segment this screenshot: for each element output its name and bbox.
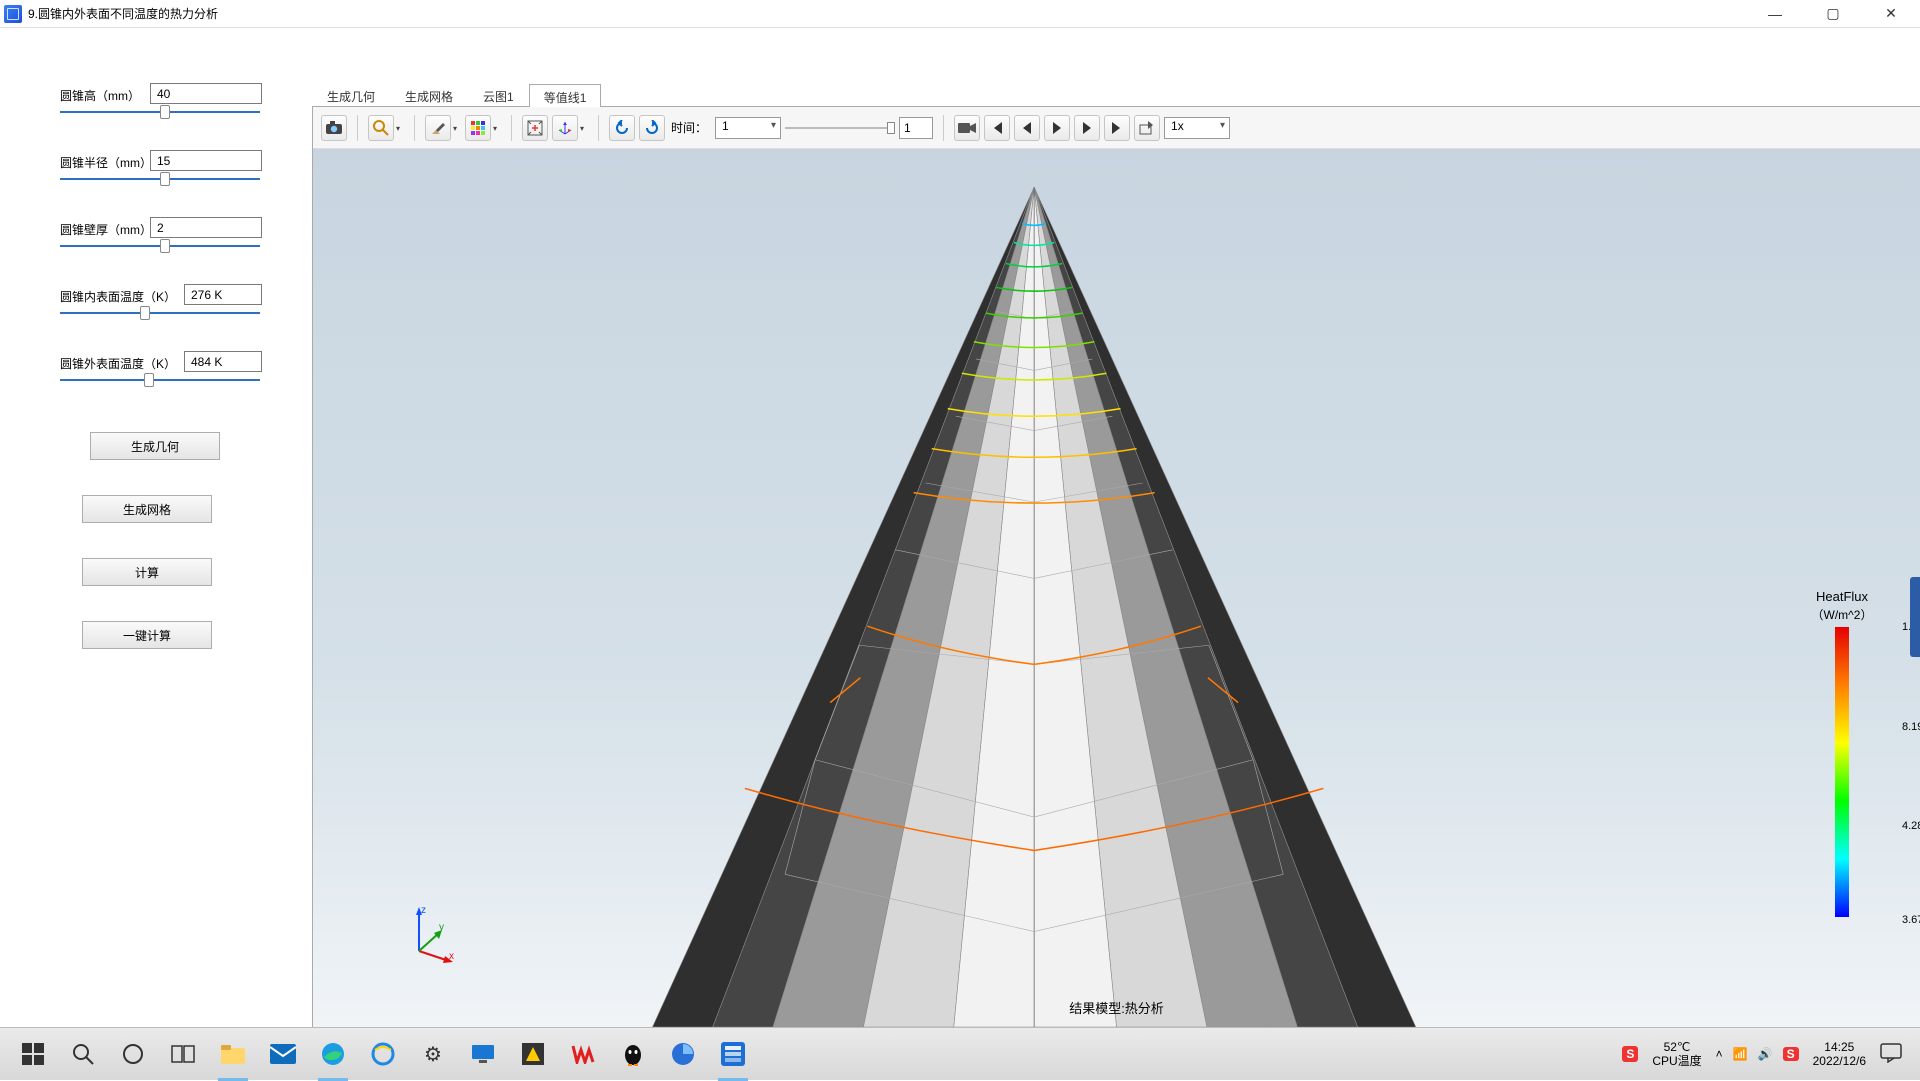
cone-radius-slider[interactable] [60,175,260,177]
skip-first-icon[interactable] [984,115,1010,141]
cone-height-input[interactable] [150,83,262,104]
legend-tick: 8.199e+07 [1902,721,1920,733]
time-slider[interactable] [785,120,895,136]
skip-last-icon[interactable] [1104,115,1130,141]
play-speed-combo[interactable]: 1x [1164,117,1230,139]
search-icon[interactable] [58,1028,108,1081]
tab-isoline-1[interactable]: 等值线1 [529,84,602,107]
rotate-cw-icon[interactable] [639,115,665,141]
maximize-button[interactable]: ▢ [1804,0,1862,28]
generate-geometry-button[interactable]: 生成几何 [90,432,220,460]
outer-temp-slider[interactable] [60,376,260,378]
legend-tick: 4.283e+07 [1902,820,1920,832]
color-legend: HeatFlux （W/m^2） 1.211e+08 8.199e+07 4.2… [1782,589,1902,917]
cone-height-slider[interactable] [60,108,260,110]
svg-text:z: z [421,905,426,916]
svg-text:y: y [439,922,444,933]
step-prev-icon[interactable] [1014,115,1040,141]
file-explorer-icon[interactable] [208,1028,258,1081]
side-drawer-handle[interactable] [1910,577,1920,657]
legend-title: HeatFlux [1782,589,1902,604]
tab-contour-1[interactable]: 云图1 [468,83,529,106]
app-icon [4,5,22,23]
legend-unit: （W/m^2） [1782,606,1902,623]
sim-app-icon[interactable] [708,1028,758,1081]
time-step-input[interactable] [899,117,933,139]
action-center-icon[interactable] [1880,1043,1902,1066]
ime-icon[interactable]: S [1622,1046,1638,1062]
record-icon[interactable] [954,115,980,141]
fit-icon[interactable] [522,115,548,141]
magnifier-icon[interactable]: ▾ [368,115,394,141]
param-label: 圆锥半径（mm） [60,154,152,171]
generate-mesh-button[interactable]: 生成网格 [82,495,212,523]
camera-icon[interactable] [321,115,347,141]
onekey-compute-button[interactable]: 一键计算 [82,621,212,649]
time-label: 时间： [671,119,707,136]
param-label: 圆锥内表面温度（K） [60,288,176,305]
param-outer-temp: 圆锥外表面温度（K） [60,351,282,391]
volume-icon[interactable]: 🔊 [1758,1047,1773,1061]
settings-icon[interactable]: ⚙ [408,1028,458,1081]
titlebar: 9.圆锥内外表面不同温度的热力分析 — ▢ ✕ [0,0,1920,28]
browser-blue-icon[interactable] [658,1028,708,1081]
weather-widget[interactable]: 52℃ CPU温度 [1652,1040,1701,1069]
cone-mesh-render [313,149,1920,1027]
compute-button[interactable]: 计算 [82,558,212,586]
wall-thickness-input[interactable] [150,217,262,238]
model-label: 结果模型:热分析 [1069,998,1164,1017]
viewer-toolbar: ▾ ▾ ▾ ▾ 时间： 1 1x [313,107,1920,149]
export-frame-icon[interactable] [1134,115,1160,141]
ime-s-icon[interactable]: S [1783,1047,1799,1061]
param-cone-radius: 圆锥半径（mm） [60,150,282,190]
param-wall-thickness: 圆锥壁厚（mm） [60,217,282,257]
tray-chevron-icon[interactable]: ˄ [1716,1047,1723,1061]
rotate-ccw-icon[interactable] [609,115,635,141]
outer-temp-input[interactable] [184,351,262,372]
param-label: 圆锥壁厚（mm） [60,221,152,238]
viewport-3d[interactable]: z x y HeatFlux （W/m^2） 1.211e+08 8.199e+… [313,149,1920,1027]
tab-generate-geometry[interactable]: 生成几何 [312,83,390,106]
cone-radius-input[interactable] [150,150,262,171]
legend-colorbar [1835,627,1849,917]
taskbar: ⚙ S 52℃ CPU温度 ˄ 📶 🔊 S 14:25 2022/12/6 [0,1027,1920,1080]
rubik-icon[interactable]: ▾ [465,115,491,141]
close-button[interactable]: ✕ [1862,0,1920,28]
viewer-tabs: 生成几何 生成网格 云图1 等值线1 [312,83,1920,107]
monitor-icon[interactable] [458,1028,508,1081]
inner-temp-input[interactable] [184,284,262,305]
param-label: 圆锥外表面温度（K） [60,355,176,372]
ie-icon[interactable] [358,1028,408,1081]
cortana-icon[interactable] [108,1028,158,1081]
taskbar-clock[interactable]: 14:25 2022/12/6 [1813,1040,1866,1069]
param-inner-temp: 圆锥内表面温度（K） [60,284,282,324]
param-cone-height: 圆锥高（mm） [60,83,282,123]
time-value-combo[interactable]: 1 [715,117,781,139]
param-label: 圆锥高（mm） [60,87,140,104]
step-next-icon[interactable] [1074,115,1100,141]
axes-select-icon[interactable]: ▾ [552,115,578,141]
minimize-button[interactable]: — [1746,0,1804,28]
wps-icon[interactable] [558,1028,608,1081]
legend-tick: 3.675e+06 [1902,914,1920,926]
wall-thickness-slider[interactable] [60,242,260,244]
taskview-icon[interactable] [158,1028,208,1081]
play-icon[interactable] [1044,115,1070,141]
qq-icon[interactable] [608,1028,658,1081]
start-button[interactable] [8,1028,58,1081]
sidebar: 圆锥高（mm） 圆锥半径（mm） 圆锥壁厚（mm） 圆锥内表面温度（K） [0,28,312,1027]
app-yellow-icon[interactable] [508,1028,558,1081]
brush-icon[interactable]: ▾ [425,115,451,141]
inner-temp-slider[interactable] [60,309,260,311]
axis-gizmo: z x y [399,903,459,963]
edge-icon[interactable] [308,1028,358,1081]
tab-generate-mesh[interactable]: 生成网格 [390,83,468,106]
viewer-panel: ▾ ▾ ▾ ▾ 时间： 1 1x [312,107,1920,1027]
svg-text:x: x [449,951,454,962]
wifi-icon[interactable]: 📶 [1733,1047,1748,1061]
window-title: 9.圆锥内外表面不同温度的热力分析 [28,5,218,22]
mail-icon[interactable] [258,1028,308,1081]
